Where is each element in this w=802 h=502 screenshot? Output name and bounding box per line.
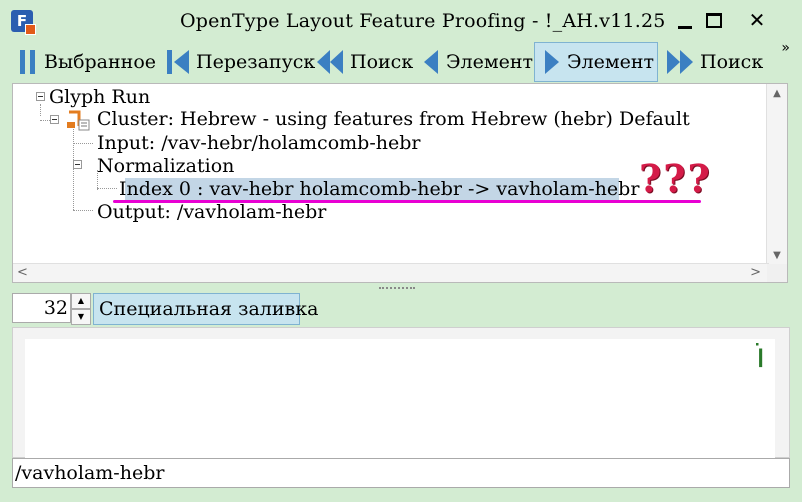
tree-view[interactable]: Glyph Run Cluster: Hebrew - using featur… (12, 83, 788, 283)
tree-node-cluster[interactable]: Cluster: Hebrew - using features from He… (97, 108, 690, 130)
special-fill-button[interactable]: Специальная заливка (93, 293, 318, 325)
selected-button[interactable]: Выбранное (18, 42, 156, 82)
scrollbar-corner (767, 264, 787, 282)
preview-glyph: וֹ (756, 336, 766, 376)
spin-up-icon[interactable]: ▲ (71, 293, 91, 309)
rewind-icon (317, 50, 343, 74)
search-forward-button[interactable]: Поиск (666, 42, 763, 82)
font-size-spinner[interactable]: ▲ ▼ (71, 293, 91, 325)
spin-down-icon[interactable]: ▼ (71, 309, 91, 325)
tree-horizontal-scrollbar[interactable]: < > (13, 263, 769, 282)
glyph-preview-area (25, 339, 775, 458)
scroll-left-icon[interactable]: < (17, 265, 28, 280)
restart-button-label: Перезапуск (196, 51, 316, 73)
annotation-question-marks: ??? (639, 156, 712, 201)
title-bar: F OpenType Layout Feature Proofing - !_A… (0, 0, 802, 42)
app-icon: F (11, 10, 36, 35)
normalization-collapse-toggle[interactable] (73, 160, 82, 169)
font-size-input[interactable]: 32 (12, 293, 71, 323)
search-back-label: Поиск (350, 51, 414, 73)
root-collapse-toggle[interactable] (36, 92, 45, 101)
cluster-collapse-toggle[interactable] (50, 115, 59, 124)
status-field: /vavholam-hebr (12, 458, 790, 488)
restart-button[interactable]: Перезапуск (166, 42, 315, 82)
scroll-up-icon[interactable]: ▲ (767, 88, 787, 99)
scroll-down-icon[interactable]: ▼ (767, 250, 787, 261)
maximize-button[interactable] (694, 7, 738, 33)
tree-node-index[interactable]: Index 0 : vav-hebr holamcomb-hebr -> vav… (119, 178, 639, 200)
element-back-label: Элемент (446, 51, 534, 73)
splitter-grip[interactable] (379, 287, 415, 292)
close-button[interactable]: ✕ (735, 7, 779, 33)
element-back-button[interactable]: Элемент (422, 42, 533, 82)
tree-node-output[interactable]: Output: /vavholam-hebr (97, 201, 326, 223)
tree-node-glyph-run[interactable]: Glyph Run (49, 86, 150, 108)
scroll-right-icon[interactable]: > (750, 265, 761, 280)
search-forward-label: Поиск (700, 51, 764, 73)
pause-icon (20, 50, 35, 74)
selected-button-label: Выбранное (44, 51, 157, 73)
fast-forward-icon (667, 50, 693, 74)
search-back-button[interactable]: Поиск (316, 42, 413, 82)
element-forward-button[interactable]: Элемент (534, 42, 658, 82)
toolbar: Выбранное Перезапуск Поиск Элемент Элеме… (10, 40, 792, 82)
tree-node-input[interactable]: Input: /vav-hebr/holamcomb-hebr (97, 132, 420, 154)
toolbar-overflow-button[interactable]: » (781, 40, 790, 56)
tree-node-normalization[interactable]: Normalization (97, 155, 234, 177)
cluster-icon (67, 110, 90, 131)
step-back-icon (424, 50, 438, 74)
tree-vertical-scrollbar[interactable]: ▲ ▼ (766, 84, 787, 265)
restart-icon (167, 50, 189, 74)
window-title: OpenType Layout Feature Proofing - !_AH.… (180, 10, 666, 32)
step-forward-icon (545, 50, 559, 74)
element-forward-label: Элемент (567, 51, 655, 73)
